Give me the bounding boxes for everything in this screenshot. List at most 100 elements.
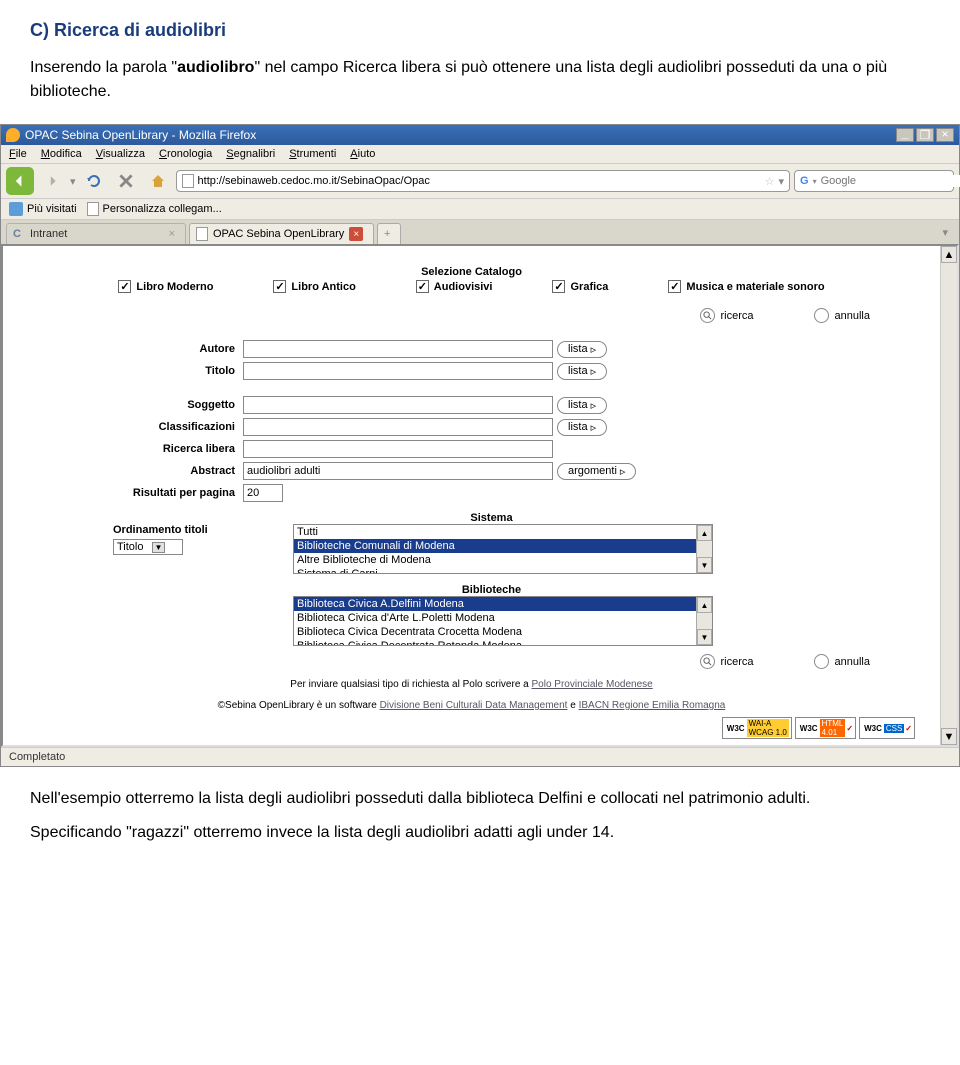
input-abstract[interactable] <box>243 462 553 480</box>
polo-link[interactable]: Polo Provinciale Modenese <box>532 679 653 690</box>
input-risultati[interactable] <box>243 484 283 502</box>
menu-edit[interactable]: Modifica <box>41 148 82 160</box>
ricerca-button-top[interactable]: ricerca <box>700 308 754 323</box>
new-tab-button[interactable]: + <box>377 223 401 244</box>
menu-tools[interactable]: Strumenti <box>289 148 336 160</box>
menu-file[interactable]: File <box>9 148 27 160</box>
tab-list-button[interactable]: ▾ <box>936 223 954 244</box>
list-item[interactable]: Biblioteca Civica Decentrata Crocetta Mo… <box>294 625 696 639</box>
checkbox-libro-antico[interactable]: ✓ <box>273 280 286 293</box>
label-ordinamento: Ordinamento titoli <box>113 524 243 536</box>
cancel-circle-icon <box>814 654 829 669</box>
search-input[interactable] <box>821 175 960 187</box>
footer-note-1: Per inviare qualsiasi tipo di richiesta … <box>13 679 930 690</box>
checkbox-grafica[interactable]: ✓ <box>552 280 565 293</box>
catalog-selection-heading: Selezione Catalogo <box>13 266 930 278</box>
google-icon: G <box>800 174 809 188</box>
menu-history[interactable]: Cronologia <box>159 148 212 160</box>
list-item[interactable]: Biblioteche Comunali di Modena <box>294 539 696 553</box>
bookmark-most-visited[interactable]: Più visitati <box>9 202 77 216</box>
listbox-biblioteche[interactable]: Biblioteca Civica A.Delfini Modena Bibli… <box>293 596 713 646</box>
annulla-button-bottom[interactable]: annulla <box>814 654 870 669</box>
label-ricerca-libera: Ricerca libera <box>113 443 243 455</box>
listbox-scrollbar[interactable]: ▲▼ <box>696 525 712 573</box>
cancel-circle-icon <box>814 308 829 323</box>
annulla-button-top[interactable]: annulla <box>814 308 870 323</box>
listbox-sistema[interactable]: Tutti Biblioteche Comunali di Modena Alt… <box>293 524 713 574</box>
lista-classif-button[interactable]: lista▹ <box>557 419 607 436</box>
input-ricerca-libera[interactable] <box>243 440 553 458</box>
list-item[interactable]: Biblioteca Civica Decentrata Rotonda Mod… <box>294 639 696 645</box>
menu-bookmarks[interactable]: Segnalibri <box>226 148 275 160</box>
list-item[interactable]: Altre Biblioteche di Modena <box>294 553 696 567</box>
footer-note-2: ©Sebina OpenLibrary è un software Divisi… <box>13 700 930 711</box>
page-icon <box>182 174 194 188</box>
list-item[interactable]: Sistema di Carpi <box>294 567 696 573</box>
list-item[interactable]: Biblioteca Civica A.Delfini Modena <box>294 597 696 611</box>
lista-titolo-button[interactable]: lista▹ <box>557 363 607 380</box>
tab-close-icon[interactable]: × <box>349 227 363 241</box>
ricerca-button-bottom[interactable]: ricerca <box>700 654 754 669</box>
search-box[interactable]: G▾ <box>794 170 954 192</box>
intro-paragraph: Inserendo la parola "audiolibro" nel cam… <box>30 56 930 104</box>
window-title: OPAC Sebina OpenLibrary - Mozilla Firefo… <box>25 128 256 142</box>
input-classificazioni[interactable] <box>243 418 553 436</box>
status-bar: Completato <box>1 747 959 766</box>
label-classificazioni: Classificazioni <box>113 421 243 433</box>
star-icon[interactable]: ☆ <box>765 175 775 188</box>
back-button[interactable] <box>6 167 34 195</box>
menubar: File Modifica Visualizza Cronologia Segn… <box>1 145 959 164</box>
label-libro-antico: Libro Antico <box>291 281 355 293</box>
bookmark-customize[interactable]: Personalizza collegam... <box>87 202 222 216</box>
argomenti-button[interactable]: argomenti▹ <box>557 463 636 480</box>
wai-badge: W3CWAI-AWCAG 1.0 <box>722 717 792 739</box>
section-title: C) Ricerca di audiolibri <box>30 20 930 41</box>
stop-button[interactable] <box>112 167 140 195</box>
chevron-down-icon: ▼ <box>152 542 166 553</box>
label-musica: Musica e materiale sonoro <box>686 281 824 293</box>
input-soggetto[interactable] <box>243 396 553 414</box>
maximize-button[interactable]: ❐ <box>916 128 934 142</box>
listbox-scrollbar[interactable]: ▲▼ <box>696 597 712 645</box>
checkbox-audiovisivi[interactable]: ✓ <box>416 280 429 293</box>
divisione-link[interactable]: Divisione Beni Culturali Data Management <box>380 700 568 711</box>
list-item[interactable]: Tutti <box>294 525 696 539</box>
tab-opac[interactable]: OPAC Sebina OpenLibrary × <box>189 223 374 244</box>
tab-close-icon[interactable]: × <box>169 228 175 240</box>
page-scrollbar[interactable]: ▲ ▼ <box>940 246 957 745</box>
label-soggetto: Soggetto <box>113 399 243 411</box>
tab-bar: C Intranet × OPAC Sebina OpenLibrary × +… <box>1 220 959 244</box>
tab-favicon <box>196 227 208 241</box>
menu-help[interactable]: Aiuto <box>350 148 375 160</box>
input-autore[interactable] <box>243 340 553 358</box>
input-titolo[interactable] <box>243 362 553 380</box>
navbar: ▾ http://sebinaweb.cedoc.mo.it/SebinaOpa… <box>1 164 959 199</box>
list-item[interactable]: Biblioteca Civica d'Arte L.Poletti Moden… <box>294 611 696 625</box>
minimize-button[interactable]: _ <box>896 128 914 142</box>
lista-autore-button[interactable]: lista▹ <box>557 341 607 358</box>
example-paragraph: Nell'esempio otterremo la lista degli au… <box>30 787 930 811</box>
checkbox-libro-moderno[interactable]: ✓ <box>118 280 131 293</box>
menu-view[interactable]: Visualizza <box>96 148 145 160</box>
checkbox-musica[interactable]: ✓ <box>668 280 681 293</box>
titlebar: OPAC Sebina OpenLibrary - Mozilla Firefo… <box>1 125 959 145</box>
tab-intranet[interactable]: C Intranet × <box>6 223 186 244</box>
home-button[interactable] <box>144 167 172 195</box>
close-window-button[interactable]: × <box>936 128 954 142</box>
scroll-down-icon[interactable]: ▼ <box>941 728 957 745</box>
css-badge: W3CCSS✓ <box>859 717 915 739</box>
catalog-checkboxes: ✓ Libro Moderno ✓ Libro Antico ✓ Audiovisiv… <box>13 280 930 293</box>
label-titolo: Titolo <box>113 365 243 377</box>
search-circle-icon <box>700 654 715 669</box>
lista-soggetto-button[interactable]: lista▹ <box>557 397 607 414</box>
dropdown-ordinamento[interactable]: Titolo▼ <box>113 539 183 555</box>
label-libro-moderno: Libro Moderno <box>136 281 213 293</box>
forward-button[interactable] <box>38 167 66 195</box>
label-audiovisivi: Audiovisivi <box>434 281 493 293</box>
label-autore: Autore <box>113 343 243 355</box>
reload-button[interactable] <box>80 167 108 195</box>
scroll-up-icon[interactable]: ▲ <box>941 246 957 263</box>
folder-icon <box>9 202 23 216</box>
ibacn-link[interactable]: IBACN Regione Emilia Romagna <box>579 700 726 711</box>
url-bar[interactable]: http://sebinaweb.cedoc.mo.it/SebinaOpac/… <box>176 170 790 192</box>
